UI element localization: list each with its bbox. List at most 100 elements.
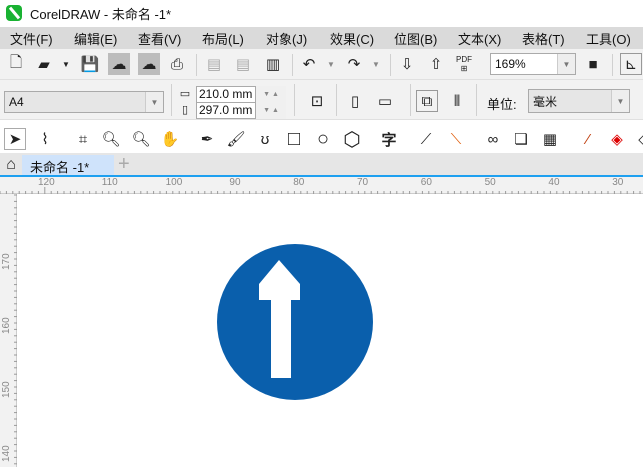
pen-tool-icon[interactable]: ✒: [196, 128, 218, 150]
property-bar: A4 ▼ ▭ ▯ 210.0 mm 297.0 mm ▼ ▲ ▼ ▲ ⊡ ▯ ▭ …: [0, 80, 643, 120]
page-height-icon: ▯: [181, 103, 189, 116]
undo-dropdown-icon[interactable]: ▼: [320, 53, 342, 75]
ruler-label: 90: [229, 177, 241, 188]
cloud-export-icon[interactable]: ☁: [138, 53, 160, 75]
ruler-label: 110: [101, 177, 118, 188]
zoom-level-combo[interactable]: 169% ▼: [490, 53, 576, 75]
fill-tool-icon[interactable]: ◈: [606, 128, 628, 150]
document-tab-bar: ⌂ 未命名 -1* +: [0, 153, 643, 177]
coreldraw-logo-icon: [6, 5, 22, 21]
open-dropdown-icon[interactable]: ▼: [55, 53, 77, 75]
shape-tool-icon[interactable]: ⌇: [34, 128, 56, 150]
crop-tool-icon[interactable]: ⌗: [72, 128, 94, 150]
ruler-label: 80: [293, 177, 305, 188]
window-title: CorelDRAW - 未命名 -1*: [30, 6, 172, 22]
pdf-label: PDF: [456, 55, 472, 64]
redo-dropdown-icon[interactable]: ▼: [365, 53, 387, 75]
chevron-down-icon[interactable]: ▼: [611, 90, 629, 112]
export-icon[interactable]: ⇧: [425, 53, 447, 75]
ruler-label: 60: [420, 177, 432, 188]
unit-label: 单位:: [487, 97, 517, 112]
copy-icon[interactable]: ▤: [232, 53, 254, 75]
brush-tool-icon[interactable]: 🖌: [225, 128, 247, 150]
portrait-icon[interactable]: ▯: [344, 90, 366, 112]
page-height-input[interactable]: 297.0 mm: [196, 102, 256, 119]
chevron-down-icon[interactable]: ▼: [557, 54, 575, 74]
eyedropper-tool-icon[interactable]: ⁄: [577, 128, 599, 150]
ruler-label: 40: [548, 177, 560, 188]
ruler-label: 30: [612, 177, 624, 188]
menu-object[interactable]: 对象(J): [256, 29, 320, 48]
chevron-down-icon[interactable]: ▼: [145, 92, 163, 112]
title-bar: CorelDRAW - 未命名 -1*: [0, 0, 643, 26]
menu-bar: 文件(F) 编辑(E) 查看(V) 布局(L) 对象(J) 效果(C) 位图(B…: [0, 27, 643, 49]
ruler-ticks: [0, 187, 641, 194]
import-icon[interactable]: ⇩: [396, 53, 418, 75]
page-layout-icon[interactable]: ⧉: [416, 90, 438, 112]
polygon-tool-icon[interactable]: ⬡: [341, 128, 363, 151]
page-size-select[interactable]: A4 ▼: [4, 91, 164, 113]
ruler-label: 70: [357, 177, 369, 188]
pick-tool-icon[interactable]: ➤: [4, 128, 26, 150]
transparency-tool-icon[interactable]: ▦: [539, 128, 561, 150]
ruler-label: 100: [165, 177, 183, 188]
connector-tool-icon[interactable]: ⟍: [445, 128, 467, 150]
pan-tool-icon[interactable]: ✋: [159, 128, 181, 150]
full-screen-icon[interactable]: ■: [582, 53, 604, 75]
bleed-icon[interactable]: ⫴: [446, 90, 468, 112]
zoom-out-tool-icon[interactable]: 🔍︎: [130, 128, 152, 150]
height-spinner[interactable]: ▼ ▲: [256, 102, 286, 119]
vertical-ruler[interactable]: 170 160 150 140: [0, 194, 17, 467]
add-tab-button[interactable]: +: [118, 153, 130, 176]
page-width-input[interactable]: 210.0 mm: [196, 86, 256, 103]
standard-toolbar: 🗋 ▰ ▼ 💾 ☁ ☁ ⎙ ▤ ▤ ▥ ↶ ▼ ↷ ▼ ⇩ ⇧ PDF ⊞ 169…: [0, 49, 643, 80]
unit-select[interactable]: 毫米 ▼: [528, 89, 630, 113]
paste-icon[interactable]: ▥: [262, 53, 284, 75]
rectangle-tool-icon[interactable]: □: [283, 128, 305, 150]
zoom-level-value: 169%: [495, 57, 526, 71]
ruler-label: 170: [1, 253, 12, 270]
page-size-value: A4: [9, 95, 24, 109]
drop-shadow-tool-icon[interactable]: ❏: [510, 128, 532, 150]
tab-document[interactable]: 未命名 -1*: [22, 155, 114, 175]
open-icon[interactable]: ▰: [33, 53, 55, 75]
publish-pdf-icon[interactable]: PDF ⊞: [453, 53, 475, 75]
save-icon[interactable]: 💾: [79, 53, 101, 75]
dimension-tool-icon[interactable]: ⟋: [415, 128, 437, 150]
mandatory-straight-ahead-sign[interactable]: [17, 194, 643, 467]
print-icon[interactable]: ⎙: [166, 53, 188, 75]
width-spinner[interactable]: ▼ ▲: [256, 86, 286, 103]
ellipse-tool-icon[interactable]: ○: [312, 128, 334, 150]
redo-icon[interactable]: ↷: [343, 53, 365, 75]
undo-icon[interactable]: ↶: [298, 53, 320, 75]
blend-tool-icon[interactable]: ∞: [482, 128, 504, 150]
menu-bitmaps[interactable]: 位图(B): [384, 29, 448, 48]
home-icon[interactable]: ⌂: [0, 154, 22, 176]
ruler-label: 120: [38, 177, 55, 188]
outline-tool-icon[interactable]: ◇: [633, 128, 643, 150]
ruler-label: 50: [484, 177, 496, 188]
menu-effects[interactable]: 效果(C): [320, 29, 384, 48]
menu-tools[interactable]: 工具(O): [576, 29, 640, 48]
all-pages-icon[interactable]: ⊡: [306, 90, 328, 112]
landscape-icon[interactable]: ▭: [374, 90, 396, 112]
ruler-label: 140: [1, 445, 12, 462]
cloud-import-icon[interactable]: ☁: [108, 53, 130, 75]
freehand-tool-icon[interactable]: ʊ: [254, 128, 276, 150]
ruler-label: 150: [1, 381, 12, 398]
new-document-icon[interactable]: 🗋: [5, 53, 27, 75]
rulers-options-icon[interactable]: ⊾: [620, 53, 642, 75]
menu-table[interactable]: 表格(T): [512, 29, 576, 48]
zoom-tool-icon[interactable]: 🔍︎: [100, 128, 122, 150]
page-width-icon: ▭: [179, 87, 191, 100]
menu-edit[interactable]: 编辑(E): [64, 29, 128, 48]
ruler-label: 160: [1, 317, 12, 334]
menu-layout[interactable]: 布局(L): [192, 29, 256, 48]
horizontal-ruler[interactable]: 120 110 100 90 80 70 60 50 40 30: [0, 177, 643, 194]
drawing-canvas[interactable]: [17, 194, 643, 467]
menu-file[interactable]: 文件(F): [0, 29, 64, 48]
text-tool-icon[interactable]: 字: [378, 128, 400, 150]
cut-icon[interactable]: ▤: [203, 53, 225, 75]
menu-text[interactable]: 文本(X): [448, 29, 512, 48]
menu-view[interactable]: 查看(V): [128, 29, 192, 48]
